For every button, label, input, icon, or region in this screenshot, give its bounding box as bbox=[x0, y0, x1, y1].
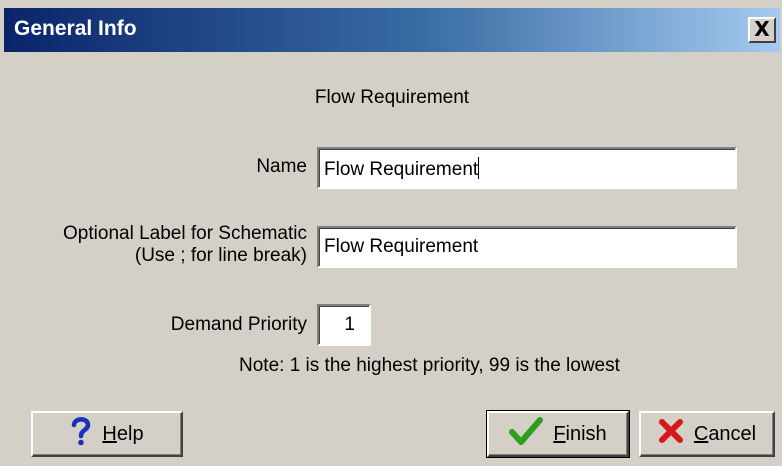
close-icon: X bbox=[754, 17, 770, 41]
name-input-value: Flow Requirement bbox=[324, 159, 479, 180]
cancel-button-label: Cancel bbox=[693, 422, 757, 445]
schematic-label-line1: Optional Label for Schematic bbox=[63, 223, 307, 244]
demand-priority-input[interactable]: 1 bbox=[317, 304, 371, 346]
priority-note: Note: 1 is the highest priority, 99 is t… bbox=[239, 355, 620, 376]
help-button-label: Help bbox=[102, 422, 144, 445]
demand-priority-label: Demand Priority bbox=[170, 314, 307, 335]
schematic-label-input[interactable]: Flow Requirement bbox=[317, 226, 737, 268]
text-caret bbox=[478, 157, 480, 179]
section-title: Flow Requirement bbox=[314, 87, 470, 108]
question-mark-icon bbox=[70, 416, 92, 452]
schematic-label-label: Optional Label for Schematic (Use ; for … bbox=[11, 223, 307, 267]
finish-button-label: Finish bbox=[553, 422, 607, 445]
name-label: Name bbox=[256, 156, 307, 177]
schematic-label-input-value: Flow Requirement bbox=[324, 236, 479, 257]
schematic-label-line2: (Use ; for line break) bbox=[134, 245, 307, 266]
name-input[interactable]: Flow Requirement bbox=[317, 147, 737, 189]
red-x-icon bbox=[658, 418, 684, 450]
finish-button[interactable]: Finish bbox=[486, 410, 630, 458]
demand-priority-value: 1 bbox=[344, 314, 355, 335]
general-info-dialog: General Info X Flow Requirement Name Flo… bbox=[0, 0, 782, 466]
window-title: General Info bbox=[14, 17, 137, 40]
cancel-button[interactable]: Cancel bbox=[639, 411, 775, 457]
title-bar[interactable]: General Info X bbox=[4, 8, 780, 52]
checkmark-icon bbox=[509, 416, 544, 452]
close-button[interactable]: X bbox=[748, 17, 776, 43]
help-button[interactable]: Help bbox=[31, 411, 183, 457]
